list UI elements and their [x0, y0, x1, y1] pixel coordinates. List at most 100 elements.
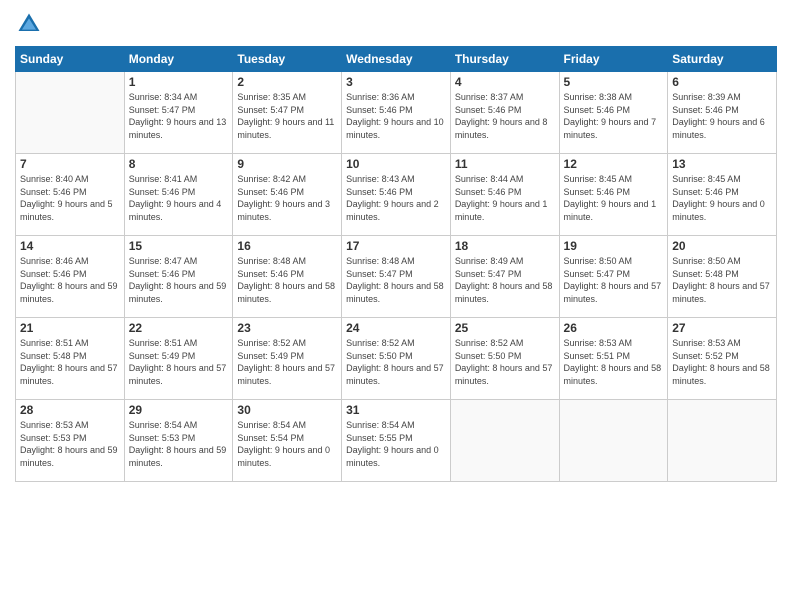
- day-info: Sunrise: 8:43 AMSunset: 5:46 PMDaylight:…: [346, 173, 446, 223]
- calendar-cell: 12Sunrise: 8:45 AMSunset: 5:46 PMDayligh…: [559, 154, 668, 236]
- day-info: Sunrise: 8:45 AMSunset: 5:46 PMDaylight:…: [672, 173, 772, 223]
- calendar-header-row: SundayMondayTuesdayWednesdayThursdayFrid…: [16, 47, 777, 72]
- weekday-header-wednesday: Wednesday: [342, 47, 451, 72]
- calendar-cell: 26Sunrise: 8:53 AMSunset: 5:51 PMDayligh…: [559, 318, 668, 400]
- day-info: Sunrise: 8:51 AMSunset: 5:49 PMDaylight:…: [129, 337, 229, 387]
- calendar-cell: 27 Sunrise: 8:53 AMSunset: 5:52 PMDayligh…: [668, 318, 777, 400]
- day-number: 1: [129, 75, 229, 89]
- calendar-cell: 20 Sunrise: 8:50 AMSunset: 5:48 PMDayligh…: [668, 236, 777, 318]
- day-info: Sunrise: 8:48 AMSunset: 5:46 PMDaylight:…: [237, 255, 337, 305]
- calendar-cell: [668, 400, 777, 482]
- calendar-cell: 3 Sunrise: 8:36 AMSunset: 5:46 PMDaylight…: [342, 72, 451, 154]
- calendar-cell: 24 Sunrise: 8:52 AMSunset: 5:50 PMDayligh…: [342, 318, 451, 400]
- weekday-header-thursday: Thursday: [450, 47, 559, 72]
- day-number: 6: [672, 75, 772, 89]
- day-number: 27: [672, 321, 772, 335]
- day-number: 7: [20, 157, 120, 171]
- calendar-cell: 11 Sunrise: 8:44 AMSunset: 5:46 PMDayligh…: [450, 154, 559, 236]
- day-number: 17: [346, 239, 446, 253]
- day-info: Sunrise: 8:41 AMSunset: 5:46 PMDaylight:…: [129, 173, 229, 223]
- calendar-cell: 31 Sunrise: 8:54 AMSunset: 5:55 PMDayligh…: [342, 400, 451, 482]
- calendar-cell: 13 Sunrise: 8:45 AMSunset: 5:46 PMDayligh…: [668, 154, 777, 236]
- day-info: Sunrise: 8:54 AMSunset: 5:55 PMDaylight:…: [346, 419, 446, 469]
- day-info: Sunrise: 8:48 AMSunset: 5:47 PMDaylight:…: [346, 255, 446, 305]
- day-info: Sunrise: 8:45 AMSunset: 5:46 PMDaylight:…: [564, 173, 664, 223]
- day-number: 13: [672, 157, 772, 171]
- calendar-cell: 17 Sunrise: 8:48 AMSunset: 5:47 PMDayligh…: [342, 236, 451, 318]
- calendar-cell: 22 Sunrise: 8:51 AMSunset: 5:49 PMDayligh…: [124, 318, 233, 400]
- day-info: Sunrise: 8:54 AMSunset: 5:54 PMDaylight:…: [237, 419, 337, 469]
- calendar-cell: 14 Sunrise: 8:46 AMSunset: 5:46 PMDayligh…: [16, 236, 125, 318]
- day-number: 20: [672, 239, 772, 253]
- calendar-cell: 29Sunrise: 8:54 AMSunset: 5:53 PMDayligh…: [124, 400, 233, 482]
- day-number: 24: [346, 321, 446, 335]
- day-info: Sunrise: 8:50 AMSunset: 5:47 PMDaylight:…: [564, 255, 664, 305]
- calendar-cell: 10 Sunrise: 8:43 AMSunset: 5:46 PMDayligh…: [342, 154, 451, 236]
- weekday-header-saturday: Saturday: [668, 47, 777, 72]
- day-info: Sunrise: 8:40 AMSunset: 5:46 PMDaylight:…: [20, 173, 120, 223]
- day-info: Sunrise: 8:52 AMSunset: 5:49 PMDaylight:…: [237, 337, 337, 387]
- calendar-cell: 7 Sunrise: 8:40 AMSunset: 5:46 PMDaylight…: [16, 154, 125, 236]
- calendar-cell: 1 Sunrise: 8:34 AMSunset: 5:47 PMDaylight…: [124, 72, 233, 154]
- day-number: 16: [237, 239, 337, 253]
- calendar-cell: [16, 72, 125, 154]
- calendar-cell: 23 Sunrise: 8:52 AMSunset: 5:49 PMDayligh…: [233, 318, 342, 400]
- day-number: 11: [455, 157, 555, 171]
- day-number: 14: [20, 239, 120, 253]
- day-info: Sunrise: 8:53 AMSunset: 5:52 PMDaylight:…: [672, 337, 772, 387]
- calendar-week-3: 14 Sunrise: 8:46 AMSunset: 5:46 PMDayligh…: [16, 236, 777, 318]
- day-info: Sunrise: 8:47 AMSunset: 5:46 PMDaylight:…: [129, 255, 229, 305]
- calendar-cell: 21 Sunrise: 8:51 AMSunset: 5:48 PMDayligh…: [16, 318, 125, 400]
- header: [15, 10, 777, 38]
- calendar-cell: 19Sunrise: 8:50 AMSunset: 5:47 PMDayligh…: [559, 236, 668, 318]
- day-info: Sunrise: 8:42 AMSunset: 5:46 PMDaylight:…: [237, 173, 337, 223]
- weekday-header-friday: Friday: [559, 47, 668, 72]
- day-info: Sunrise: 8:46 AMSunset: 5:46 PMDaylight:…: [20, 255, 120, 305]
- day-number: 28: [20, 403, 120, 417]
- day-info: Sunrise: 8:53 AMSunset: 5:51 PMDaylight:…: [564, 337, 664, 387]
- calendar-cell: 9 Sunrise: 8:42 AMSunset: 5:46 PMDaylight…: [233, 154, 342, 236]
- day-number: 25: [455, 321, 555, 335]
- day-number: 22: [129, 321, 229, 335]
- day-number: 23: [237, 321, 337, 335]
- day-info: Sunrise: 8:44 AMSunset: 5:46 PMDaylight:…: [455, 173, 555, 223]
- day-number: 4: [455, 75, 555, 89]
- day-info: Sunrise: 8:52 AMSunset: 5:50 PMDaylight:…: [346, 337, 446, 387]
- day-info: Sunrise: 8:54 AMSunset: 5:53 PMDaylight:…: [129, 419, 229, 469]
- calendar-cell: 2Sunrise: 8:35 AMSunset: 5:47 PMDaylight…: [233, 72, 342, 154]
- day-info: Sunrise: 8:36 AMSunset: 5:46 PMDaylight:…: [346, 91, 446, 141]
- calendar-cell: 28 Sunrise: 8:53 AMSunset: 5:53 PMDayligh…: [16, 400, 125, 482]
- calendar-cell: 18 Sunrise: 8:49 AMSunset: 5:47 PMDayligh…: [450, 236, 559, 318]
- day-number: 21: [20, 321, 120, 335]
- day-info: Sunrise: 8:53 AMSunset: 5:53 PMDaylight:…: [20, 419, 120, 469]
- calendar-cell: 30 Sunrise: 8:54 AMSunset: 5:54 PMDayligh…: [233, 400, 342, 482]
- calendar-cell: 25 Sunrise: 8:52 AMSunset: 5:50 PMDayligh…: [450, 318, 559, 400]
- day-info: Sunrise: 8:37 AMSunset: 5:46 PMDaylight:…: [455, 91, 555, 141]
- calendar-cell: 4 Sunrise: 8:37 AMSunset: 5:46 PMDaylight…: [450, 72, 559, 154]
- day-number: 8: [129, 157, 229, 171]
- day-number: 31: [346, 403, 446, 417]
- day-info: Sunrise: 8:51 AMSunset: 5:48 PMDaylight:…: [20, 337, 120, 387]
- day-info: Sunrise: 8:52 AMSunset: 5:50 PMDaylight:…: [455, 337, 555, 387]
- weekday-header-tuesday: Tuesday: [233, 47, 342, 72]
- calendar-table: SundayMondayTuesdayWednesdayThursdayFrid…: [15, 46, 777, 482]
- calendar-week-5: 28 Sunrise: 8:53 AMSunset: 5:53 PMDayligh…: [16, 400, 777, 482]
- calendar-week-2: 7 Sunrise: 8:40 AMSunset: 5:46 PMDaylight…: [16, 154, 777, 236]
- day-number: 30: [237, 403, 337, 417]
- day-number: 18: [455, 239, 555, 253]
- day-info: Sunrise: 8:35 AMSunset: 5:47 PMDaylight:…: [237, 91, 337, 141]
- day-info: Sunrise: 8:50 AMSunset: 5:48 PMDaylight:…: [672, 255, 772, 305]
- day-number: 3: [346, 75, 446, 89]
- day-info: Sunrise: 8:49 AMSunset: 5:47 PMDaylight:…: [455, 255, 555, 305]
- calendar-cell: 16 Sunrise: 8:48 AMSunset: 5:46 PMDayligh…: [233, 236, 342, 318]
- day-info: Sunrise: 8:34 AMSunset: 5:47 PMDaylight:…: [129, 91, 229, 141]
- day-number: 5: [564, 75, 664, 89]
- day-number: 10: [346, 157, 446, 171]
- calendar-cell: 5Sunrise: 8:38 AMSunset: 5:46 PMDaylight…: [559, 72, 668, 154]
- day-info: Sunrise: 8:39 AMSunset: 5:46 PMDaylight:…: [672, 91, 772, 141]
- day-number: 15: [129, 239, 229, 253]
- day-number: 9: [237, 157, 337, 171]
- weekday-header-monday: Monday: [124, 47, 233, 72]
- calendar-week-4: 21 Sunrise: 8:51 AMSunset: 5:48 PMDayligh…: [16, 318, 777, 400]
- calendar-cell: [450, 400, 559, 482]
